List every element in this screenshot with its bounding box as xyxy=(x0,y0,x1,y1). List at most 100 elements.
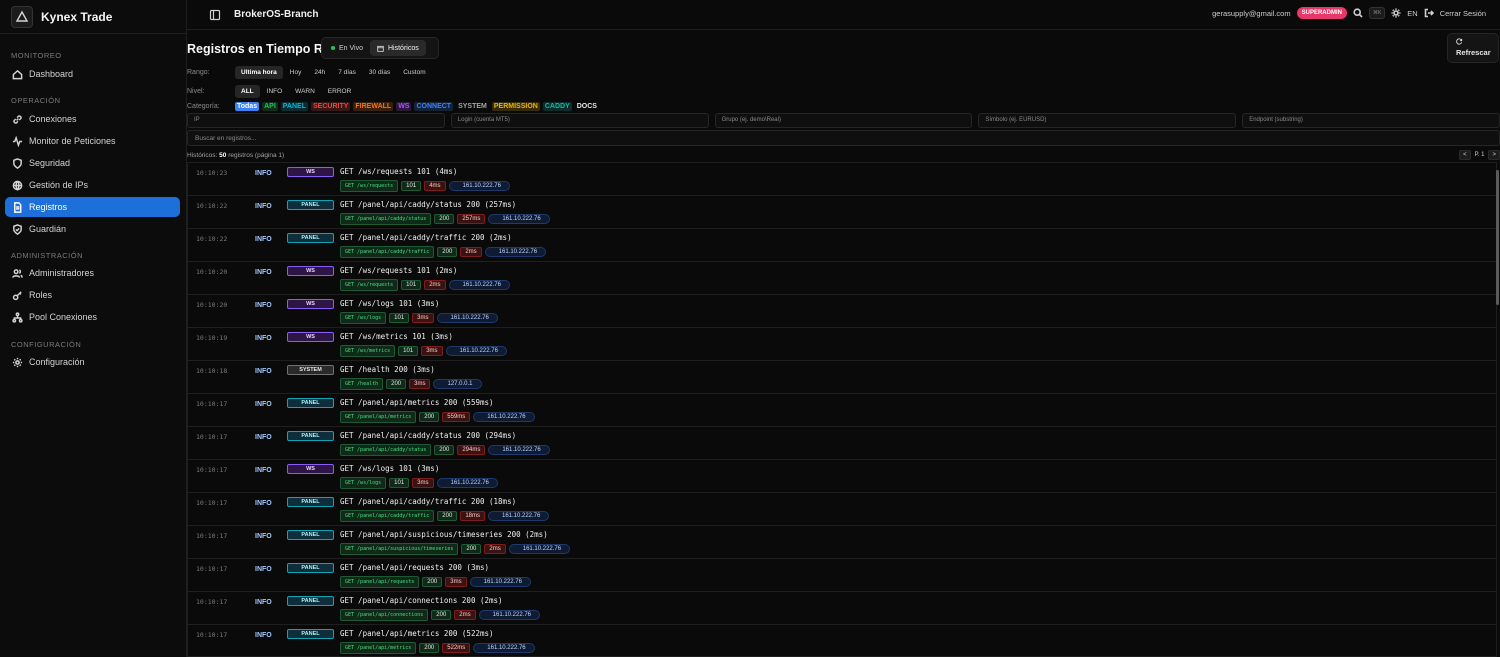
sidebar-item-administradores[interactable]: Administradores xyxy=(5,263,180,283)
log-status-tag: 200 xyxy=(461,544,482,554)
category-filter: Categoría: Todas API PANEL SECURITY FIREWALL… xyxy=(187,102,1500,111)
log-row[interactable]: 10:10:17 INFO PANEL GET /panel/api/caddy/tr… xyxy=(188,493,1496,526)
category-chip[interactable]: DOCS xyxy=(575,102,599,111)
log-ip-tag: 161.10.222.76 xyxy=(488,445,550,455)
search-input[interactable]: Buscar en registros... xyxy=(187,130,1500,146)
sidebar-item-guardian[interactable]: Guardián xyxy=(5,219,180,239)
log-category-badge: PANEL xyxy=(287,629,334,639)
log-row[interactable]: 10:10:17 INFO PANEL GET /panel/api/suspicio… xyxy=(188,526,1496,559)
log-message: GET /panel/api/caddy/traffic 200 (2ms) xyxy=(340,233,512,242)
log-endpoint-tag: GET /panel/api/metrics xyxy=(340,411,417,423)
symbol-field[interactable]: Símbolo (ej. EURUSD) xyxy=(978,113,1237,128)
log-status-tag: 200 xyxy=(434,445,455,455)
category-chip[interactable]: CADDY xyxy=(542,102,572,111)
sidebar-item-conexiones[interactable]: Conexiones xyxy=(5,109,180,129)
log-row[interactable]: 10:10:17 INFO PANEL GET /panel/api/requests… xyxy=(188,559,1496,592)
category-chip[interactable]: FIREWALL xyxy=(353,102,394,111)
range-chip[interactable]: 30 días xyxy=(363,66,396,79)
log-row[interactable]: 10:10:17 INFO PANEL GET /panel/api/metrics … xyxy=(188,394,1496,427)
users-icon xyxy=(12,268,23,278)
mode-history-button[interactable]: Históricos xyxy=(370,40,426,56)
range-chip[interactable]: 24h xyxy=(308,66,331,79)
level-chip[interactable]: INFO xyxy=(261,85,289,98)
log-level: INFO xyxy=(255,401,272,408)
category-chip[interactable]: PERMISSION xyxy=(491,102,540,111)
brand[interactable]: Kynex Trade xyxy=(0,0,186,34)
next-page-button[interactable]: > xyxy=(1488,150,1500,160)
endpoint-field[interactable]: Endpoint (substring) xyxy=(1242,113,1500,128)
category-chip[interactable]: PANEL xyxy=(280,102,308,111)
globe-icon xyxy=(12,180,23,191)
range-chip[interactable]: Ultima hora xyxy=(235,66,283,79)
log-ip-tag: 127.0.0.1 xyxy=(433,379,482,389)
log-row[interactable]: 10:10:20 INFO WS GET /ws/requests 101 (2ms)… xyxy=(188,262,1496,295)
section-title-administracion: ADMINISTRACIÓN xyxy=(11,251,84,260)
key-icon xyxy=(12,290,22,300)
logout-button[interactable]: Cerrar Sesión xyxy=(1440,9,1486,18)
level-chip[interactable]: ERROR xyxy=(322,85,357,98)
log-status-tag: 200 xyxy=(431,610,452,620)
ip-field[interactable]: IP xyxy=(187,113,445,128)
log-row[interactable]: 10:10:17 INFO PANEL GET /panel/api/connecti… xyxy=(188,592,1496,625)
log-category-badge: WS xyxy=(287,464,334,474)
log-category-badge: PANEL xyxy=(287,497,334,507)
log-level: INFO xyxy=(255,533,272,540)
log-time: 10:10:19 xyxy=(196,334,228,342)
role-badge: SUPERADMIN xyxy=(1296,7,1347,19)
log-ip-tag: 161.10.222.76 xyxy=(436,313,498,323)
log-row[interactable]: 10:10:17 INFO WS GET /ws/logs 101 (3ms) GET … xyxy=(188,460,1496,493)
sidebar-item-dashboard[interactable]: Dashboard xyxy=(5,64,180,84)
log-row[interactable]: 10:10:19 INFO WS GET /ws/metrics 101 (3ms) G… xyxy=(188,328,1496,361)
category-chip[interactable]: Todas xyxy=(235,102,260,111)
mode-live-button[interactable]: En Vivo xyxy=(324,40,370,56)
log-message: GET /ws/requests 101 (4ms) xyxy=(340,167,458,176)
level-chip[interactable]: WARN xyxy=(289,85,321,98)
search-icon[interactable] xyxy=(1353,8,1363,18)
sun-icon[interactable] xyxy=(1391,8,1401,18)
log-level: INFO xyxy=(255,599,272,606)
language-toggle[interactable]: EN xyxy=(1407,9,1417,18)
level-chip[interactable]: ALL xyxy=(235,85,260,98)
log-row[interactable]: 10:10:20 INFO WS GET /ws/logs 101 (3ms) GET … xyxy=(188,295,1496,328)
log-duration-tag: 2ms xyxy=(484,544,506,554)
category-chip[interactable]: SECURITY xyxy=(311,102,351,111)
log-row[interactable]: 10:10:17 INFO PANEL GET /panel/api/caddy/st… xyxy=(188,427,1496,460)
sidebar-item-roles[interactable]: Roles xyxy=(5,285,180,305)
log-level: INFO xyxy=(255,632,272,639)
log-row[interactable]: 10:10:18 INFO SYSTEM GET /health 200 (3ms) G… xyxy=(188,361,1496,394)
sidebar-item-label: Guardián xyxy=(29,224,67,234)
prev-page-button[interactable]: < xyxy=(1459,150,1471,160)
refresh-button[interactable]: Refrescar xyxy=(1447,33,1499,63)
sidebar-item-registros[interactable]: Registros xyxy=(5,197,180,217)
log-ip-tag: 161.10.222.76 xyxy=(487,511,550,521)
range-chip[interactable]: Hoy xyxy=(284,66,308,79)
category-chip[interactable]: WS xyxy=(396,102,412,111)
category-chip[interactable]: API xyxy=(262,102,278,111)
sidebar-toggle-icon[interactable] xyxy=(209,9,221,21)
group-field[interactable]: Grupo (ej. demo\Real) xyxy=(714,113,973,128)
range-chip[interactable]: Custom xyxy=(397,66,431,79)
log-message: GET /panel/api/metrics 200 (522ms) xyxy=(340,629,494,638)
category-chip[interactable]: CONNECT xyxy=(414,102,454,111)
log-category-badge: SYSTEM xyxy=(287,365,334,375)
log-row[interactable]: 10:10:23 INFO WS GET /ws/requests 101 (4ms)… xyxy=(188,163,1496,196)
log-row[interactable]: 10:10:22 INFO PANEL GET /panel/api/caddy/st… xyxy=(188,196,1496,229)
sidebar-item-configuracion[interactable]: Configuración xyxy=(5,352,180,372)
range-chip[interactable]: 7 días xyxy=(332,66,362,79)
logo-icon xyxy=(11,5,33,28)
scrollbar[interactable] xyxy=(1496,170,1499,305)
sidebar-item-seguridad[interactable]: Seguridad xyxy=(5,153,180,173)
sidebar-item-pool-conexiones[interactable]: Pool Conexiones xyxy=(5,307,180,327)
sidebar-item-monitor-peticiones[interactable]: Monitor de Peticiones xyxy=(5,131,180,151)
log-ip-tag: 161.10.222.76 xyxy=(469,577,531,587)
log-table[interactable]: 10:10:23 INFO WS GET /ws/requests 101 (4ms)… xyxy=(187,162,1497,657)
login-field[interactable]: Login (cuenta MT5) xyxy=(450,113,709,128)
log-row[interactable]: 10:10:17 INFO PANEL GET /panel/api/metrics … xyxy=(188,625,1496,656)
log-row[interactable]: 10:10:22 INFO PANEL GET /panel/api/caddy/tr… xyxy=(188,229,1496,262)
log-ip-tag: 161.10.222.76 xyxy=(508,544,571,554)
category-chip[interactable]: SYSTEM xyxy=(456,102,489,111)
log-message: GET /panel/api/caddy/status 200 (294ms) xyxy=(340,431,517,440)
history-suffix: registros (página 1) xyxy=(228,152,285,159)
activity-icon xyxy=(12,135,23,147)
sidebar-item-gestion-ips[interactable]: Gestión de IPs xyxy=(5,175,180,195)
